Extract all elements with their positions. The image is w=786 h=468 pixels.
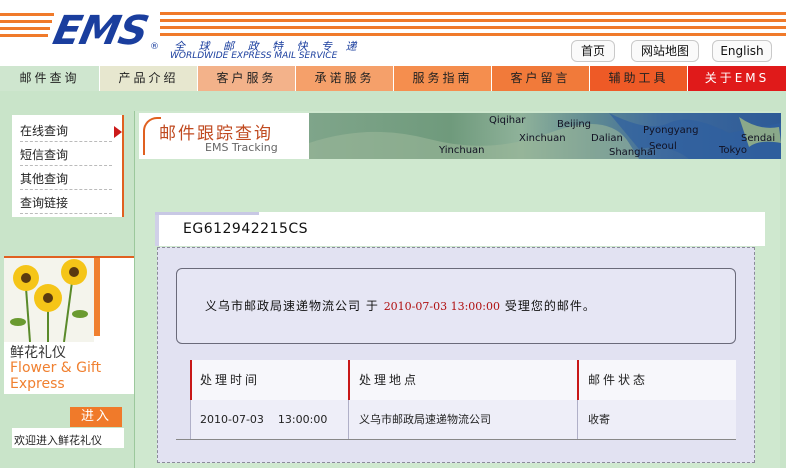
table-cell-status: 收寄 <box>578 400 736 440</box>
cell-separator <box>348 400 349 440</box>
header-stripe <box>160 26 786 29</box>
header-stripe <box>160 33 786 36</box>
sitemap-link[interactable]: 网站地图 <box>631 40 699 62</box>
query-menu: 在线查询 短信查询 其他查询 查询链接 <box>12 115 124 217</box>
table-cell-time: 2010-07-03 13:00:00 <box>190 400 348 440</box>
nav-mail-query[interactable]: 邮件查询 <box>0 66 100 91</box>
logo-stripe <box>0 27 50 30</box>
tracking-number: EG612942215CS <box>183 221 309 237</box>
menu-sms-query[interactable]: 短信查询 <box>20 144 112 166</box>
column-header-time: 处理时间 <box>190 360 348 400</box>
tracking-panel: 邮件跟踪查询 EMS Tracking Qiqihar Beijing Pyon… <box>134 111 781 468</box>
map-label: Qiqihar <box>489 115 526 126</box>
table-cell-place: 义乌市邮政局速递物流公司 <box>349 400 577 440</box>
map-label: Tokyo <box>719 145 747 156</box>
map-image: Qiqihar Beijing Pyongyang Sendai Xinchua… <box>309 113 781 159</box>
summary-at: 于 <box>365 299 379 313</box>
flower-caption[interactable]: 欢迎进入鲜花礼仪 <box>14 432 102 448</box>
column-header-place: 处理地点 <box>349 360 577 400</box>
ems-logo[interactable]: EMS <box>49 8 152 54</box>
nav-customer-service[interactable]: 客户服务 <box>198 66 296 91</box>
table-bottom-border <box>176 439 736 440</box>
map-label: Dalian <box>591 133 623 144</box>
registered-mark-icon: ® <box>150 42 159 52</box>
main-nav: 邮件查询 产品介绍 客户服务 承诺服务 服务指南 客户留言 辅助工具 关于EMS <box>0 66 786 91</box>
summary-action: 受理您的邮件。 <box>504 299 596 313</box>
map-label: Sendai <box>741 133 776 144</box>
logo-stripe <box>0 13 54 16</box>
menu-online-query[interactable]: 在线查询 <box>20 120 112 142</box>
flower-title-en: Flower & Gift <box>10 360 102 376</box>
cell-separator <box>577 400 578 440</box>
column-separator <box>577 360 579 400</box>
map-label: Beijing <box>557 119 592 130</box>
number-bar-accent <box>155 212 259 215</box>
flower-title-cn: 鲜花礼仪 <box>10 345 66 361</box>
map-label: Shanghai <box>609 147 656 158</box>
column-separator <box>190 360 192 400</box>
map-label: Pyongyang <box>643 125 699 136</box>
cell-separator <box>190 400 191 440</box>
summary-time: 2010-07-03 13:00:00 <box>383 300 501 313</box>
menu-other-query[interactable]: 其他查询 <box>20 168 112 190</box>
summary-company: 义乌市邮政局速递物流公司 <box>205 299 362 313</box>
nav-about[interactable]: 关于EMS <box>688 66 786 91</box>
flower-promo[interactable]: 鲜花礼仪 Flower & Gift Express <box>4 256 134 394</box>
nav-products[interactable]: 产品介绍 <box>100 66 198 91</box>
tracking-result: 义乌市邮政局速递物流公司 于 2010-07-03 13:00:00 受理您的邮… <box>157 247 755 463</box>
nav-tools[interactable]: 辅助工具 <box>590 66 688 91</box>
english-link[interactable]: English <box>712 40 772 62</box>
column-header-status: 邮件状态 <box>578 360 736 400</box>
tracking-banner: 邮件跟踪查询 EMS Tracking Qiqihar Beijing Pyon… <box>139 113 781 159</box>
sunflower-image <box>4 258 94 342</box>
tracking-number-bar: EG612942215CS <box>155 212 765 246</box>
flower-title-en-2: Express <box>10 376 65 392</box>
home-link[interactable]: 首页 <box>571 40 615 62</box>
nav-messages[interactable]: 客户留言 <box>492 66 590 91</box>
header-stripe <box>160 12 786 15</box>
map-label: Xinchuan <box>519 133 566 144</box>
logo-stripe <box>0 34 48 37</box>
tracking-table: 处理时间 处理地点 邮件状态 2010-07-03 13:00:00 义乌市邮政… <box>176 360 736 440</box>
tagline-english: WORLDWIDE EXPRESS MAIL SERVICE <box>170 51 338 61</box>
summary-text: 义乌市邮政局速递物流公司 于 2010-07-03 13:00:00 受理您的邮… <box>205 297 596 314</box>
logo-stripe <box>0 20 52 23</box>
header-stripe <box>160 19 786 22</box>
menu-query-links[interactable]: 查询链接 <box>20 192 112 214</box>
accent-bar <box>94 258 100 336</box>
active-arrow-icon <box>114 126 122 138</box>
map-label: Yinchuan <box>439 145 485 156</box>
column-separator <box>348 360 350 400</box>
site-header: EMS ® 全 球 邮 政 特 快 专 递 WORLDWIDE EXPRESS … <box>0 0 786 66</box>
nav-commitment[interactable]: 承诺服务 <box>296 66 394 91</box>
enter-button[interactable]: 进入 <box>70 407 122 427</box>
nav-guide[interactable]: 服务指南 <box>394 66 492 91</box>
banner-subtitle: EMS Tracking <box>205 141 278 154</box>
table-gutter <box>176 360 190 440</box>
tracking-summary: 义乌市邮政局速递物流公司 于 2010-07-03 13:00:00 受理您的邮… <box>176 268 736 344</box>
